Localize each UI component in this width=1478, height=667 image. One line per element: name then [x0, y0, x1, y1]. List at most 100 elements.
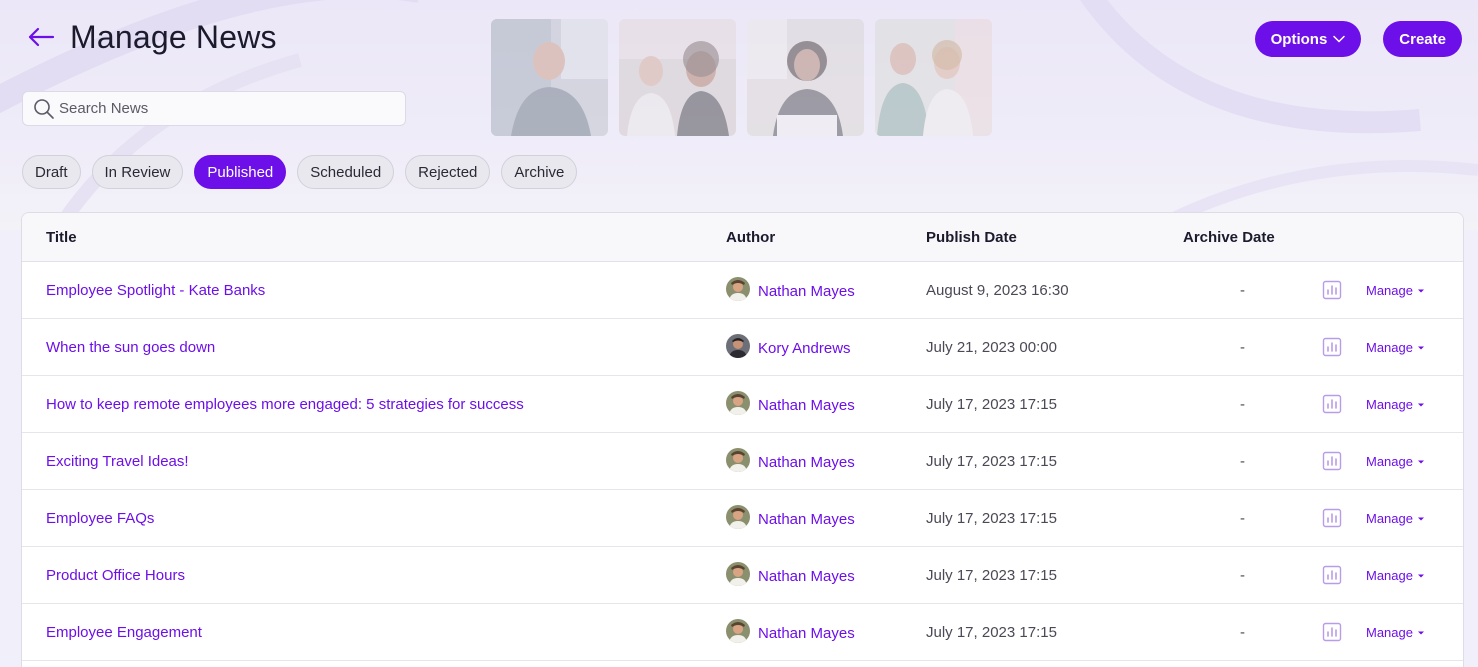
table-header: Title Author Publish Date Archive Date [22, 213, 1463, 262]
stats-button[interactable] [1322, 508, 1342, 532]
table-row: Employee FAQs Nathan Mayes July 17, 2023… [22, 490, 1463, 547]
publish-date: July 17, 2023 17:15 [926, 453, 1057, 470]
column-header-publish-date: Publish Date [926, 229, 1017, 246]
status-tabs: Draft In Review Published Scheduled Reje… [22, 155, 578, 189]
table-row: Employee Spotlight - Kate Banks Nathan M… [22, 262, 1463, 319]
avatar [726, 334, 750, 358]
news-table: Title Author Publish Date Archive Date E… [21, 212, 1464, 667]
publish-date: July 21, 2023 00:00 [926, 339, 1057, 356]
caret-down-icon [1417, 573, 1425, 579]
stats-button[interactable] [1322, 565, 1342, 589]
search-input[interactable] [59, 100, 389, 117]
author-name: Nathan Mayes [758, 453, 855, 471]
manage-dropdown[interactable]: Manage [1366, 625, 1425, 640]
news-title-link[interactable]: When the sun goes down [46, 339, 215, 356]
news-title-link[interactable]: Employee Engagement [46, 624, 202, 641]
manage-dropdown[interactable]: Manage [1366, 283, 1425, 298]
search-icon [34, 98, 54, 119]
table-row: When the sun goes down Kory Andrews July… [22, 319, 1463, 376]
page-header: Manage News [22, 18, 277, 56]
manage-dropdown[interactable]: Manage [1366, 340, 1425, 355]
tab-archive[interactable]: Archive [501, 155, 578, 189]
author-name: Nathan Mayes [758, 510, 855, 528]
author-link[interactable]: Nathan Mayes [726, 391, 855, 415]
tab-in-review[interactable]: In Review [91, 155, 184, 189]
publish-date: August 9, 2023 16:30 [926, 282, 1069, 299]
bar-chart-icon [1322, 508, 1342, 528]
options-button[interactable]: Options [1254, 21, 1362, 57]
table-row: How to keep remote employees more engage… [22, 376, 1463, 433]
news-thumbnail [491, 19, 608, 136]
archive-date: - [1240, 453, 1245, 470]
stats-button[interactable] [1322, 622, 1342, 646]
back-button[interactable] [22, 18, 60, 56]
news-thumbnails [491, 19, 992, 136]
stats-button[interactable] [1322, 451, 1342, 475]
author-link[interactable]: Nathan Mayes [726, 505, 855, 529]
manage-dropdown[interactable]: Manage [1366, 511, 1425, 526]
caret-down-icon [1417, 402, 1425, 408]
create-button[interactable]: Create [1383, 21, 1462, 57]
bar-chart-icon [1322, 565, 1342, 585]
author-name: Nathan Mayes [758, 624, 855, 642]
avatar [726, 619, 750, 643]
chevron-down-icon [1333, 35, 1346, 43]
manage-label: Manage [1366, 454, 1413, 469]
news-title-link[interactable]: Product Office Hours [46, 567, 185, 584]
column-header-author: Author [726, 229, 776, 246]
author-link[interactable]: Nathan Mayes [726, 562, 855, 586]
avatar [726, 562, 750, 586]
news-thumbnail [747, 19, 864, 136]
create-label: Create [1399, 30, 1446, 48]
column-header-archive-date: Archive Date [1183, 229, 1275, 246]
manage-label: Manage [1366, 283, 1413, 298]
stats-button[interactable] [1322, 337, 1342, 361]
news-title-link[interactable]: Exciting Travel Ideas! [46, 453, 189, 470]
page-title: Manage News [70, 18, 277, 55]
stats-button[interactable] [1322, 280, 1342, 304]
manage-label: Manage [1366, 511, 1413, 526]
tab-published[interactable]: Published [194, 155, 287, 189]
author-link[interactable]: Nathan Mayes [726, 619, 855, 643]
search-box [22, 91, 406, 126]
publish-date: July 17, 2023 17:15 [926, 510, 1057, 527]
tab-rejected[interactable]: Rejected [405, 155, 491, 189]
bar-chart-icon [1322, 280, 1342, 300]
news-title-link[interactable]: Employee Spotlight - Kate Banks [46, 282, 265, 299]
tab-draft[interactable]: Draft [22, 155, 81, 189]
publish-date: July 17, 2023 17:15 [926, 624, 1057, 641]
author-name: Nathan Mayes [758, 567, 855, 585]
bar-chart-icon [1322, 394, 1342, 414]
caret-down-icon [1417, 516, 1425, 522]
stats-button[interactable] [1322, 394, 1342, 418]
table-row: Employee Engagement Nathan Mayes July 17… [22, 604, 1463, 661]
manage-dropdown[interactable]: Manage [1366, 397, 1425, 412]
author-link[interactable]: Nathan Mayes [726, 277, 855, 301]
author-name: Kory Andrews [758, 339, 851, 357]
table-body: Employee Spotlight - Kate Banks Nathan M… [22, 262, 1463, 661]
archive-date: - [1240, 396, 1245, 413]
caret-down-icon [1417, 345, 1425, 351]
tab-scheduled[interactable]: Scheduled [297, 155, 395, 189]
bar-chart-icon [1322, 622, 1342, 642]
manage-label: Manage [1366, 340, 1413, 355]
manage-label: Manage [1366, 568, 1413, 583]
table-row: Exciting Travel Ideas! Nathan Mayes July… [22, 433, 1463, 490]
archive-date: - [1240, 567, 1245, 584]
manage-label: Manage [1366, 625, 1413, 640]
avatar [726, 277, 750, 301]
author-link[interactable]: Kory Andrews [726, 334, 851, 358]
author-name: Nathan Mayes [758, 396, 855, 414]
author-link[interactable]: Nathan Mayes [726, 448, 855, 472]
archive-date: - [1240, 339, 1245, 356]
manage-dropdown[interactable]: Manage [1366, 454, 1425, 469]
author-name: Nathan Mayes [758, 282, 855, 300]
archive-date: - [1240, 624, 1245, 641]
publish-date: July 17, 2023 17:15 [926, 567, 1057, 584]
news-title-link[interactable]: How to keep remote employees more engage… [46, 396, 524, 413]
news-title-link[interactable]: Employee FAQs [46, 510, 154, 527]
caret-down-icon [1417, 288, 1425, 294]
manage-dropdown[interactable]: Manage [1366, 568, 1425, 583]
table-row: Product Office Hours Nathan Mayes July 1… [22, 547, 1463, 604]
bar-chart-icon [1322, 337, 1342, 357]
